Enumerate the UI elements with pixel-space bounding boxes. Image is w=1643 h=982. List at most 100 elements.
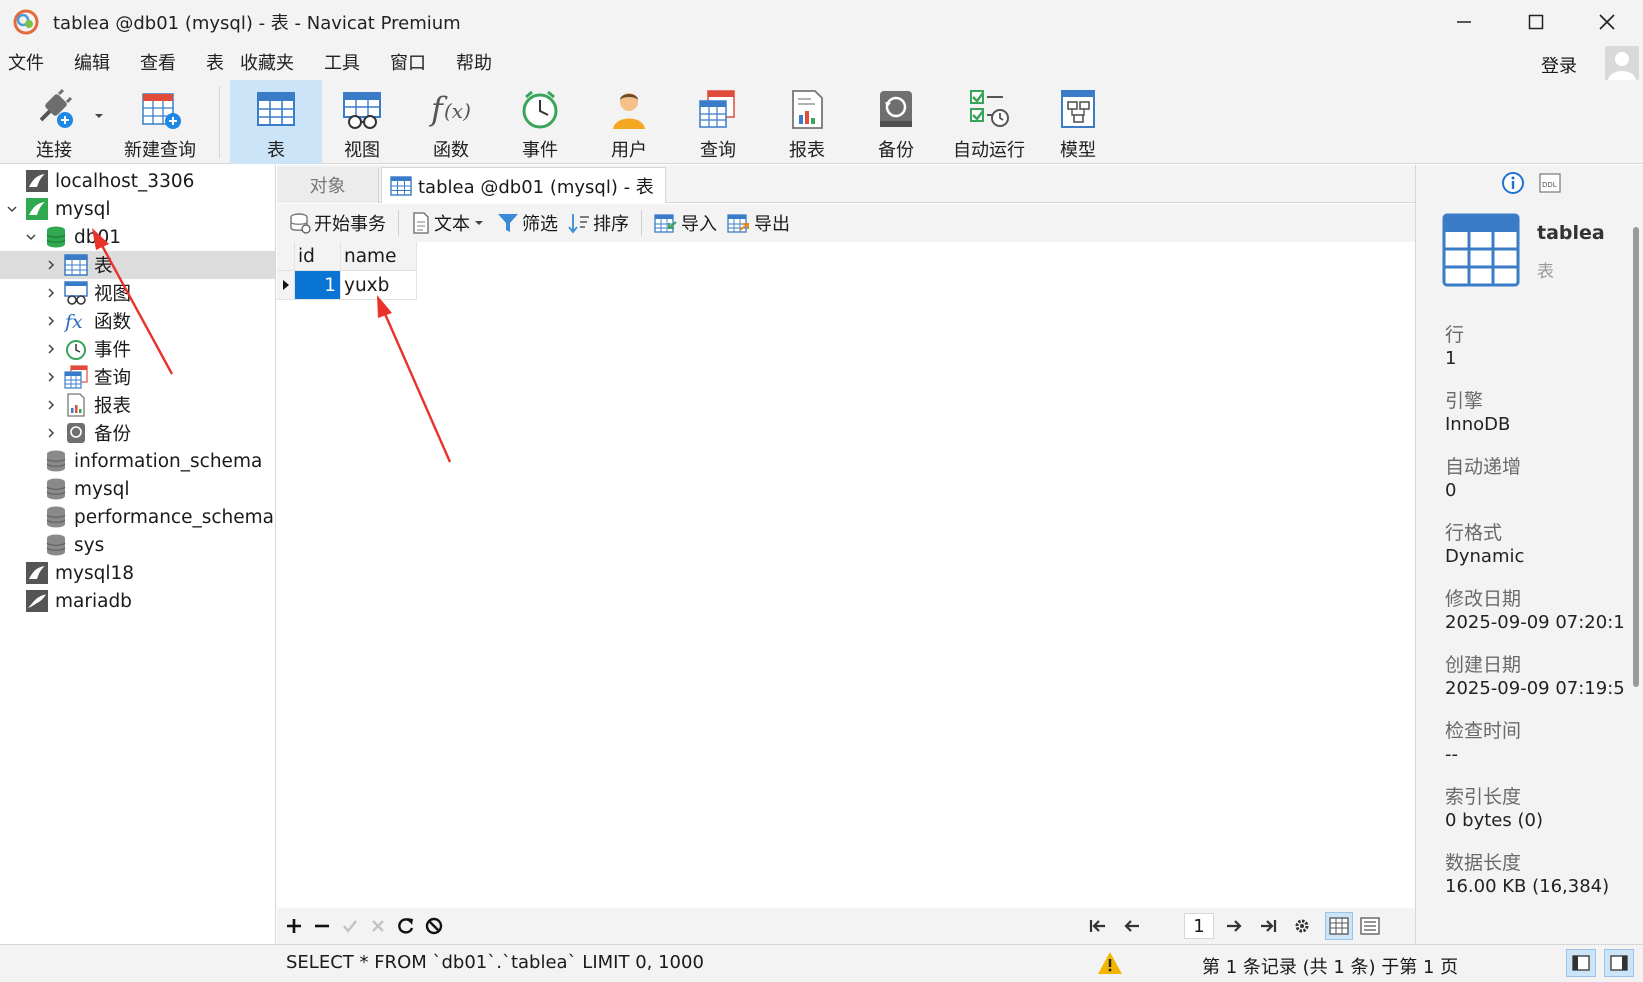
tree-item-information-schema[interactable]: information_schema (0, 447, 275, 475)
new-query-button[interactable]: 新建查询 (108, 80, 212, 164)
chevron-right-icon[interactable] (44, 258, 58, 272)
delete-record-button[interactable] (311, 915, 333, 937)
refresh-button[interactable] (395, 915, 417, 937)
menu-favorites[interactable]: 收藏夹 (232, 49, 302, 75)
rows-label: 行 (1445, 324, 1465, 346)
clock-icon (522, 90, 558, 129)
column-header-id[interactable]: id (295, 242, 341, 271)
filter-button[interactable]: 筛选 (493, 210, 562, 236)
warning-icon[interactable] (1097, 951, 1123, 975)
page-number-input[interactable]: 1 (1184, 913, 1214, 939)
tree-item-functions[interactable]: fx 函数 (0, 307, 275, 335)
toggle-left-panel-button[interactable] (1566, 949, 1596, 977)
close-icon (1599, 14, 1615, 30)
view-icon (343, 92, 381, 129)
tree-item-mysql-connection[interactable]: mysql (0, 195, 275, 223)
tree-item-mysql18[interactable]: mysql18 (0, 559, 275, 587)
table-button[interactable]: 表 (230, 80, 322, 164)
first-page-button[interactable] (1087, 915, 1109, 937)
tree-item-db01[interactable]: db01 (0, 223, 275, 251)
chevron-right-icon[interactable] (44, 314, 58, 328)
export-button[interactable]: 导出 (723, 210, 794, 236)
tree-item-mysql-db[interactable]: mysql (0, 475, 275, 503)
connect-button[interactable]: 连接 (8, 80, 100, 164)
toolbar-separator (641, 210, 642, 236)
user-button[interactable]: 用户 (583, 80, 675, 164)
maximize-button[interactable] (1500, 0, 1572, 44)
avatar[interactable] (1605, 46, 1639, 80)
menu-view[interactable]: 查看 (132, 49, 184, 75)
tree-item-sys[interactable]: sys (0, 531, 275, 559)
menu-edit[interactable]: 编辑 (66, 49, 118, 75)
model-button[interactable]: 模型 (1032, 80, 1124, 164)
menu-file[interactable]: 文件 (0, 49, 52, 75)
chevron-right-icon[interactable] (44, 370, 58, 384)
discard-changes-button[interactable] (367, 915, 389, 937)
add-record-button[interactable] (283, 915, 305, 937)
connect-dropdown-icon[interactable] (94, 112, 104, 120)
tree-item-performance-schema[interactable]: performance_schema (0, 503, 275, 531)
settings-button[interactable] (1291, 915, 1313, 937)
info-icon[interactable] (1501, 171, 1525, 195)
sort-button[interactable]: 排序 (564, 210, 633, 236)
table-icon (257, 92, 295, 126)
row-header-corner (277, 242, 295, 271)
table-cell-id[interactable]: 1 (295, 271, 341, 300)
tree-item-backups[interactable]: 备份 (0, 419, 275, 447)
grid-view-button[interactable] (1325, 912, 1353, 940)
model-label: 模型 (1060, 140, 1096, 161)
function-button[interactable]: f (x) 函数 (405, 80, 497, 164)
last-page-button[interactable] (1257, 915, 1279, 937)
text-button[interactable]: 文本 (407, 210, 491, 236)
last-page-icon (1261, 920, 1277, 932)
minus-icon (315, 924, 329, 928)
view-button[interactable]: 视图 (316, 80, 408, 164)
chevron-down-icon[interactable] (24, 230, 38, 244)
object-info-panel: DDL tablea 表 行 1 引擎 InnoDB 自动递增 0 行格式 Dy… (1415, 165, 1643, 944)
mysql-connection-icon (25, 561, 49, 585)
import-button[interactable]: 导入 (650, 210, 721, 236)
tree-item-queries[interactable]: 查询 (0, 363, 275, 391)
chevron-right-icon[interactable] (44, 398, 58, 412)
menu-tools[interactable]: 工具 (316, 49, 368, 75)
form-view-button[interactable] (1359, 915, 1381, 937)
event-button[interactable]: 事件 (494, 80, 586, 164)
tree-item-events[interactable]: 事件 (0, 335, 275, 363)
minimize-button[interactable] (1428, 0, 1500, 44)
tree-item-tables[interactable]: 表 (0, 251, 275, 279)
tree-item-localhost-3306[interactable]: localhost_3306 (0, 167, 275, 195)
login-link[interactable]: 登录 (1541, 52, 1577, 78)
tree-item-views[interactable]: 视图 (0, 279, 275, 307)
chevron-right-icon[interactable] (44, 286, 58, 300)
begin-transaction-button[interactable]: 开始事务 (285, 210, 390, 236)
next-page-button[interactable] (1223, 915, 1245, 937)
toggle-right-panel-button[interactable] (1604, 949, 1634, 977)
tab-objects[interactable]: 对象 (277, 167, 379, 203)
auto-run-button[interactable]: 自动运行 (939, 80, 1039, 164)
tab-tablea[interactable]: tablea @db01 (mysql) - 表 (381, 167, 666, 203)
row-indicator[interactable] (277, 271, 295, 300)
tree-item-reports[interactable]: 报表 (0, 391, 275, 419)
apply-changes-button[interactable] (339, 915, 361, 937)
ddl-icon[interactable]: DDL (1539, 173, 1561, 193)
maximize-icon (1528, 14, 1544, 30)
auto-increment-value: 0 (1445, 480, 1457, 501)
previous-page-button[interactable] (1121, 915, 1143, 937)
info-panel-scrollbar[interactable] (1633, 227, 1639, 687)
menu-help[interactable]: 帮助 (448, 49, 500, 75)
chevron-down-icon (475, 221, 483, 225)
report-button[interactable]: 报表 (761, 80, 853, 164)
chevron-right-icon[interactable] (44, 426, 58, 440)
chevron-right-icon[interactable] (44, 342, 58, 356)
backup-button[interactable]: 备份 (850, 80, 942, 164)
svg-text:(x): (x) (444, 99, 471, 123)
menu-table[interactable]: 表 (198, 49, 232, 75)
tree-item-mariadb[interactable]: mariadb (0, 587, 275, 615)
chevron-down-icon[interactable] (5, 202, 19, 216)
query-button[interactable]: 查询 (672, 80, 764, 164)
table-cell-name[interactable]: yuxb (341, 271, 417, 300)
close-button[interactable] (1571, 0, 1643, 44)
menu-window[interactable]: 窗口 (382, 49, 434, 75)
column-header-name[interactable]: name (341, 242, 417, 271)
stop-button[interactable] (423, 915, 445, 937)
